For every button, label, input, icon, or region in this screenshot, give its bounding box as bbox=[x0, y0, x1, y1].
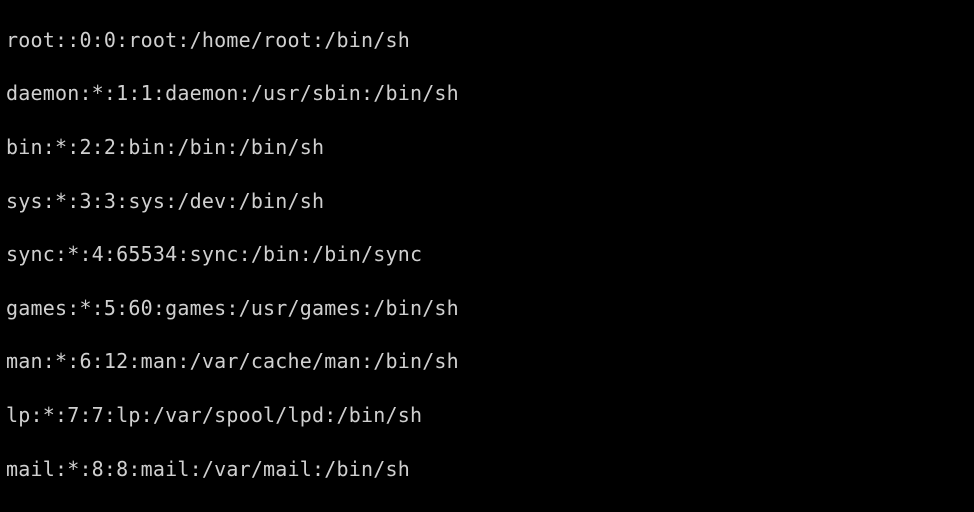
terminal-output: root::0:0:root:/home/root:/bin/sh daemon… bbox=[0, 0, 974, 512]
passwd-line: bin:*:2:2:bin:/bin:/bin/sh bbox=[6, 134, 968, 161]
passwd-line: daemon:*:1:1:daemon:/usr/sbin:/bin/sh bbox=[6, 80, 968, 107]
passwd-line: games:*:5:60:games:/usr/games:/bin/sh bbox=[6, 295, 968, 322]
passwd-line: sys:*:3:3:sys:/dev:/bin/sh bbox=[6, 188, 968, 215]
passwd-line: man:*:6:12:man:/var/cache/man:/bin/sh bbox=[6, 348, 968, 375]
passwd-line: root::0:0:root:/home/root:/bin/sh bbox=[6, 27, 968, 54]
passwd-line: sync:*:4:65534:sync:/bin:/bin/sync bbox=[6, 241, 968, 268]
passwd-line: lp:*:7:7:lp:/var/spool/lpd:/bin/sh bbox=[6, 402, 968, 429]
passwd-line: mail:*:8:8:mail:/var/mail:/bin/sh bbox=[6, 456, 968, 483]
